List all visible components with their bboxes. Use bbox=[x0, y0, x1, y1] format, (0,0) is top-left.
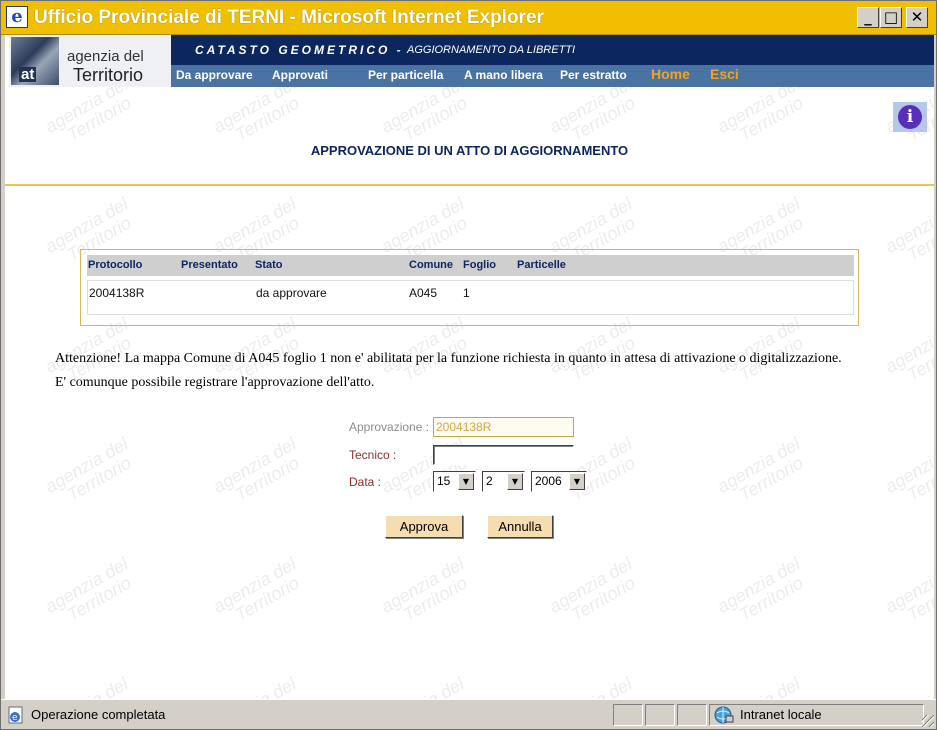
svg-text:e: e bbox=[12, 713, 18, 723]
menu-home[interactable]: Home bbox=[651, 67, 690, 81]
cell-foglio: 1 bbox=[463, 286, 470, 300]
watermark: agenzia del Territorio bbox=[881, 568, 934, 625]
watermark: agenzia del Territorio bbox=[881, 448, 934, 505]
acts-table: Protocollo Presentato Stato Comune Fogli… bbox=[80, 249, 859, 326]
menu-per-estratto[interactable]: Per estratto bbox=[560, 68, 627, 82]
cell-stato: da approvare bbox=[256, 286, 327, 300]
watermark: agenzia del Territorio bbox=[882, 674, 934, 699]
annulla-button[interactable]: Annulla bbox=[487, 515, 553, 538]
tecnico-label: Tecnico : bbox=[349, 448, 397, 462]
year-value: 2006 bbox=[535, 474, 562, 488]
logo-image: at bbox=[11, 37, 59, 85]
intranet-icon bbox=[714, 706, 734, 724]
day-value: 15 bbox=[437, 474, 451, 488]
logo-line2: Territorio bbox=[73, 65, 144, 85]
watermark: agenzia del Territorio bbox=[209, 433, 303, 513]
approvazione-label: Approvazione : bbox=[349, 420, 430, 434]
logo-line1: agenzia del bbox=[67, 48, 144, 65]
page-content: agenzia del Territorio agenzia del Territ… bbox=[5, 35, 934, 699]
month-value: 2 bbox=[486, 474, 493, 488]
menu-a-mano-libera[interactable]: A mano libera bbox=[464, 68, 543, 82]
watermark: agenzia del Territorio bbox=[713, 553, 807, 633]
info-button[interactable]: i bbox=[893, 102, 927, 132]
app-banner: CATASTO GEOMETRICO - AGGIORNAMENTO DA LI… bbox=[171, 35, 934, 65]
cell-comune: A045 bbox=[409, 286, 438, 300]
menu-per-particella[interactable]: Per particella bbox=[368, 68, 443, 82]
chevron-down-icon: ▼ bbox=[569, 473, 585, 490]
status-bar: e Operazione completata Intranet locale bbox=[1, 699, 936, 729]
chevron-down-icon: ▼ bbox=[507, 473, 523, 490]
zone-text: Intranet locale bbox=[740, 707, 822, 722]
watermark: agenzia del Territorio bbox=[210, 673, 303, 699]
title-bar[interactable]: e Ufficio Provinciale di TERNI - Microso… bbox=[1, 1, 936, 35]
cell-protocollo: 2004138R bbox=[89, 286, 145, 300]
watermark: agenzia del Territorio bbox=[713, 433, 807, 513]
page-icon: e bbox=[8, 706, 23, 724]
watermark: agenzia del Territorio bbox=[209, 553, 303, 633]
chevron-down-icon: ▼ bbox=[458, 473, 474, 490]
maximize-button[interactable]: □ bbox=[880, 7, 902, 28]
watermark: agenzia del Territorio bbox=[546, 673, 639, 699]
agency-logo: at agenzia del Territorio bbox=[9, 35, 171, 87]
col-particelle: Particelle bbox=[517, 259, 566, 271]
menu-approvati[interactable]: Approvati bbox=[272, 68, 328, 82]
col-protocollo: Protocollo bbox=[88, 259, 143, 271]
month-select[interactable]: 2 ▼ bbox=[482, 471, 525, 492]
browser-window: e Ufficio Provinciale di TERNI - Microso… bbox=[0, 0, 937, 730]
approva-button[interactable]: Approva bbox=[385, 515, 463, 538]
status-pane bbox=[613, 704, 643, 726]
col-presentato: Presentato bbox=[181, 259, 238, 271]
close-button[interactable]: ✕ bbox=[906, 7, 928, 28]
status-pane bbox=[677, 704, 707, 726]
warning-line1: Attenzione! La mappa Comune di A045 fogl… bbox=[55, 351, 842, 366]
banner-subtitle: AGGIORNAMENTO DA LIBRETTI bbox=[407, 44, 576, 56]
watermark: agenzia del Territorio bbox=[41, 553, 135, 633]
data-label: Data : bbox=[349, 475, 382, 489]
table-row[interactable]: 2004138R da approvare A045 1 bbox=[87, 280, 854, 315]
top-menu: Da approvare Approvati Per particella A … bbox=[171, 65, 934, 87]
status-text: Operazione completata bbox=[31, 707, 166, 722]
status-pane bbox=[645, 704, 675, 726]
warning-message: Attenzione! La mappa Comune di A045 fogl… bbox=[55, 347, 915, 395]
watermark: agenzia del Territorio bbox=[377, 553, 471, 633]
col-foglio: Foglio bbox=[463, 259, 496, 271]
internet-explorer-icon: e bbox=[6, 6, 28, 28]
menu-esci[interactable]: Esci bbox=[710, 67, 739, 81]
day-select[interactable]: 15 ▼ bbox=[433, 471, 476, 492]
page-title: APPROVAZIONE DI UN ATTO DI AGGIORNAMENTO bbox=[310, 143, 629, 158]
year-select[interactable]: 2006 ▼ bbox=[531, 471, 587, 492]
col-comune: Comune bbox=[409, 259, 453, 271]
col-stato: Stato bbox=[255, 259, 283, 271]
minimize-button[interactable]: _ bbox=[857, 7, 879, 28]
resize-grip[interactable] bbox=[922, 715, 934, 727]
table-header: Protocollo Presentato Stato Comune Fogli… bbox=[87, 255, 854, 276]
watermark: agenzia del Territorio bbox=[378, 673, 471, 699]
watermark: agenzia del Territorio bbox=[41, 433, 135, 513]
approvazione-field bbox=[433, 417, 574, 437]
info-icon: i bbox=[898, 105, 922, 129]
zone-pane: Intranet locale bbox=[709, 704, 924, 726]
tecnico-input[interactable] bbox=[433, 445, 574, 465]
watermark: agenzia del Territorio bbox=[714, 673, 807, 699]
watermark: agenzia del Territorio bbox=[42, 673, 135, 699]
logo-badge: at bbox=[19, 66, 37, 83]
divider bbox=[5, 184, 934, 186]
warning-line2: E' comunque possibile registrare l'appro… bbox=[55, 375, 375, 390]
menu-da-approvare[interactable]: Da approvare bbox=[176, 68, 253, 82]
watermark: agenzia del Territorio bbox=[881, 208, 934, 265]
window-title: Ufficio Provinciale di TERNI - Microsoft… bbox=[34, 7, 544, 28]
watermark: agenzia del Territorio bbox=[545, 553, 639, 633]
banner-title: CATASTO GEOMETRICO - bbox=[195, 43, 404, 57]
